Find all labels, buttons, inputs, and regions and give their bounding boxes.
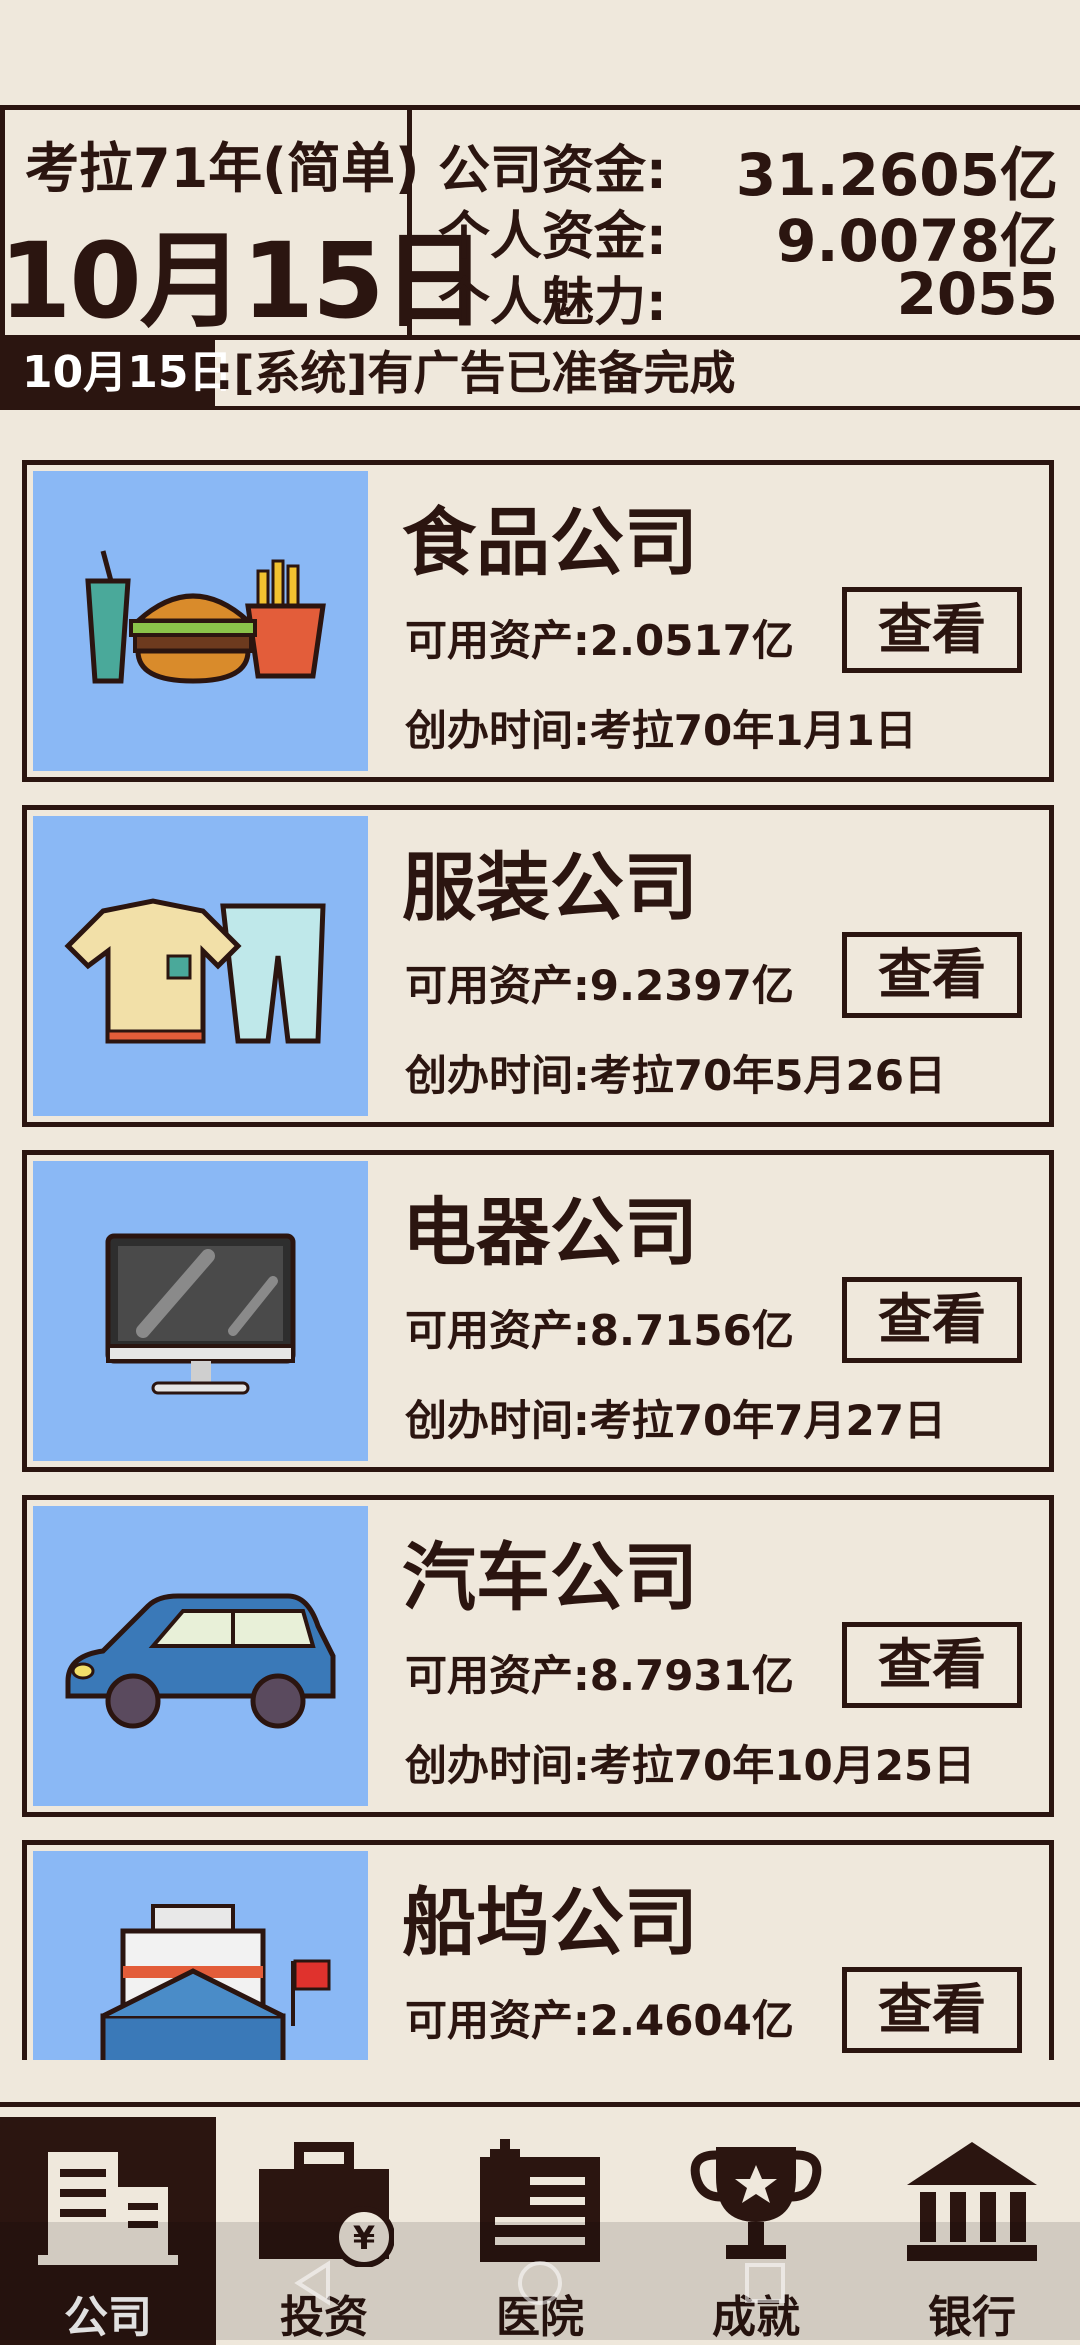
company-founded: 创办时间:考拉70年1月1日	[405, 706, 917, 755]
view-button[interactable]: 查看	[842, 1277, 1022, 1363]
recents-icon[interactable]	[740, 2258, 790, 2308]
company-assets: 可用资产:2.4604亿	[405, 1996, 794, 2045]
company-funds-label: 公司资金:	[438, 141, 667, 201]
view-button[interactable]: 查看	[842, 587, 1022, 673]
company-image	[33, 471, 368, 771]
company-founded: 创办时间:考拉70年5月26日	[405, 1051, 946, 1100]
company-card: 食品公司 可用资产:2.0517亿 创办时间:考拉70年1月1日 查看	[22, 460, 1054, 782]
company-list[interactable]: 食品公司 可用资产:2.0517亿 创办时间:考拉70年1月1日 查看 服装公司…	[0, 455, 1080, 2060]
year-label: 考拉71年(简单)	[25, 137, 420, 200]
news-date: 10月15日	[0, 340, 232, 406]
company-funds-row: 公司资金: 31.2605亿	[438, 128, 1058, 209]
stats-panel: 公司资金: 31.2605亿 个人资金: 9.0078亿 个人魅力: 2055	[412, 110, 1080, 335]
personal-funds-row: 个人资金: 9.0078亿	[438, 194, 1058, 275]
car-icon	[65, 1593, 336, 1729]
company-name: 食品公司	[402, 500, 698, 586]
charisma-value: 2055	[896, 260, 1058, 328]
company-card: 汽车公司 可用资产:8.7931亿 创办时间:考拉70年10月25日 查看	[22, 1495, 1054, 1817]
company-assets: 可用资产:8.7156亿	[405, 1306, 794, 1355]
company-name: 汽车公司	[402, 1535, 698, 1621]
company-name: 电器公司	[402, 1190, 698, 1276]
news-message: :[系统]有广告已准备完成	[215, 346, 736, 400]
company-card: 船坞公司 可用资产:2.4604亿 查看	[22, 1840, 1054, 2060]
company-assets: 可用资产:2.0517亿	[405, 616, 794, 665]
company-image	[33, 1161, 368, 1461]
date-panel: 考拉71年(简单) 10月15日	[0, 110, 486, 342]
company-image	[33, 816, 368, 1116]
company-image	[33, 1506, 368, 1806]
status-header: 考拉71年(简单) 10月15日 公司资金: 31.2605亿 个人资金: 9.…	[0, 105, 1080, 342]
company-assets: 可用资产:8.7931亿	[405, 1651, 794, 1700]
company-assets: 可用资产:9.2397亿	[405, 961, 794, 1010]
view-button[interactable]: 查看	[842, 1622, 1022, 1708]
burger-fries-icon	[85, 550, 326, 684]
monitor-icon	[105, 1233, 296, 1395]
view-button[interactable]: 查看	[842, 932, 1022, 1018]
back-icon[interactable]	[290, 2258, 340, 2308]
ship-icon	[100, 1904, 331, 2060]
view-button[interactable]: 查看	[842, 1967, 1022, 2053]
news-ticker: 10月15日 :[系统]有广告已准备完成	[0, 340, 1080, 410]
home-icon[interactable]	[515, 2258, 565, 2308]
company-card: 电器公司 可用资产:8.7156亿 创办时间:考拉70年7月27日 查看	[22, 1150, 1054, 1472]
charisma-label: 个人魅力:	[438, 273, 667, 333]
company-founded: 创办时间:考拉70年10月25日	[405, 1741, 976, 1790]
charisma-row: 个人魅力: 2055	[438, 260, 1058, 333]
company-card: 服装公司 可用资产:9.2397亿 创办时间:考拉70年5月26日 查看	[22, 805, 1054, 1127]
company-name: 船坞公司	[402, 1880, 698, 1966]
shirt-pants-icon	[64, 898, 326, 1044]
company-name: 服装公司	[402, 845, 698, 931]
company-founded: 创办时间:考拉70年7月27日	[405, 1396, 946, 1445]
personal-funds-label: 个人资金:	[438, 207, 667, 267]
company-image	[33, 1851, 368, 2060]
